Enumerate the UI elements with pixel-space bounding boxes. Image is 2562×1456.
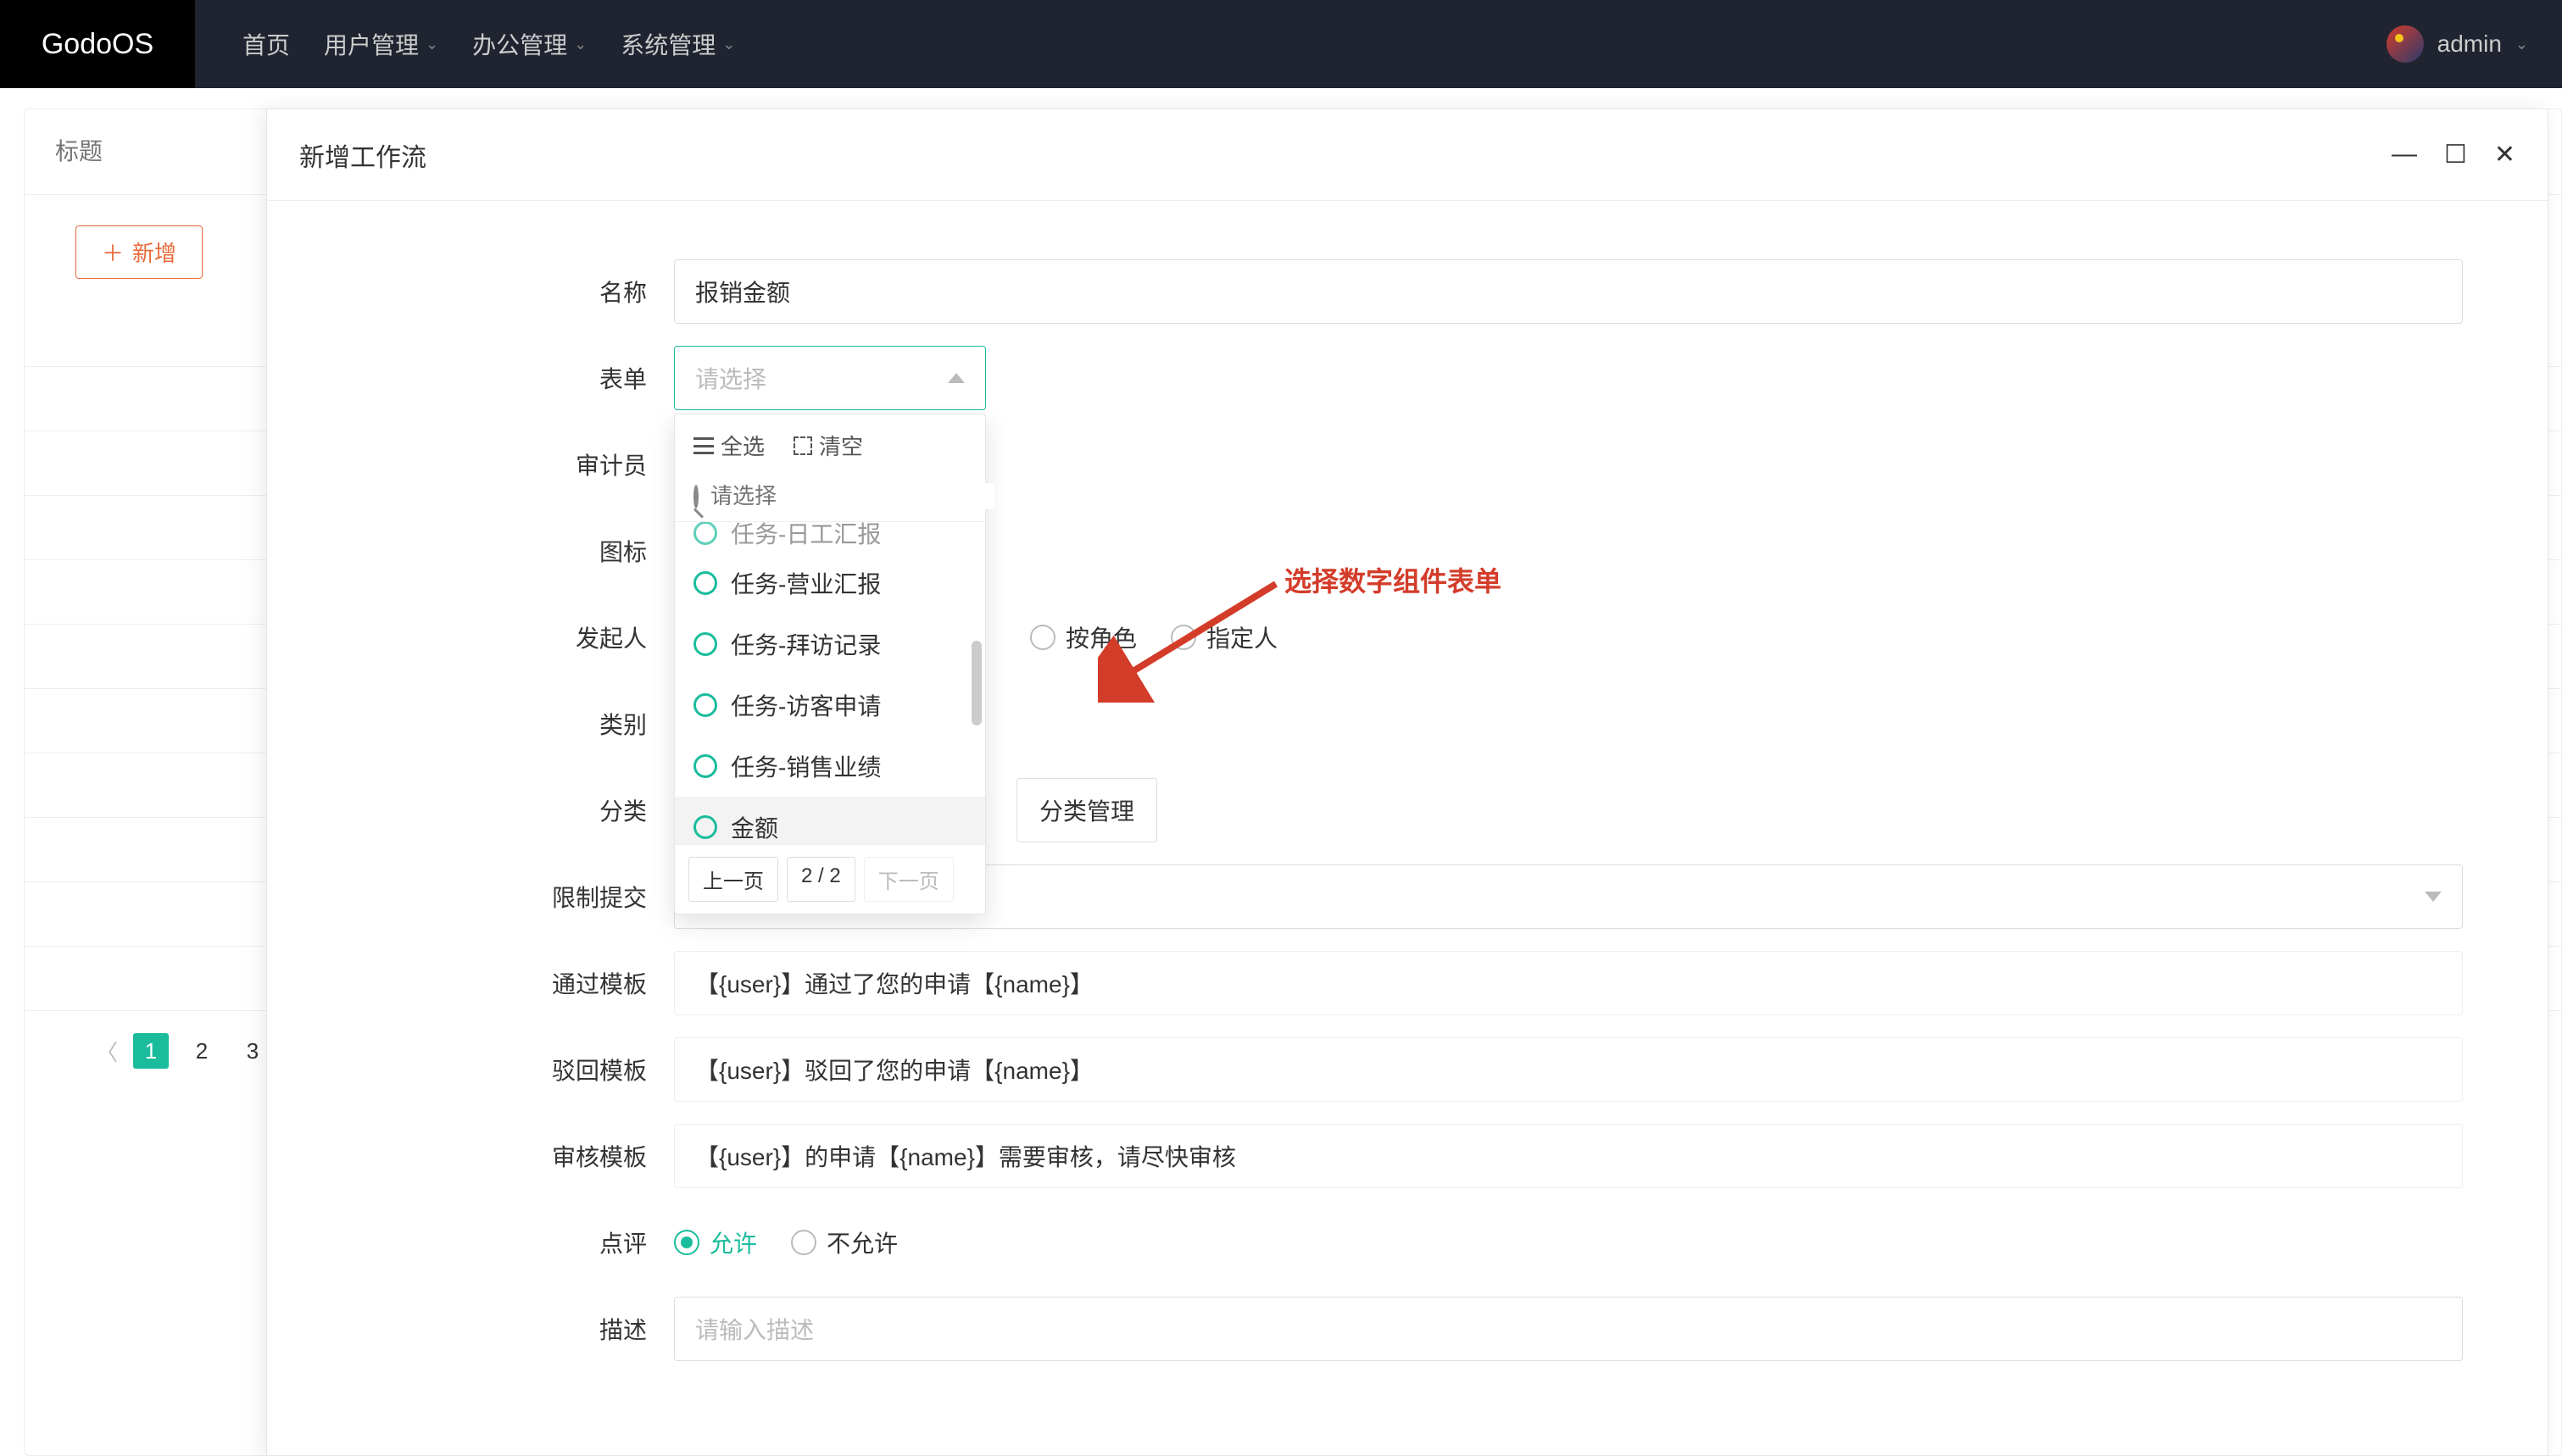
radio-icon	[693, 632, 717, 656]
nav-users[interactable]: 用户管理⌄	[324, 27, 438, 61]
chevron-down-icon: ⌄	[574, 36, 587, 53]
search-icon	[693, 485, 699, 508]
dropdown-page-info: 2 / 2	[787, 857, 855, 902]
form-select[interactable]: 请选择	[674, 346, 986, 410]
label-limit-submit: 限制提交	[267, 880, 674, 914]
chevron-down-icon: ⌄	[2515, 36, 2528, 53]
dropdown-item[interactable]: 任务-营业汇报	[675, 553, 985, 614]
nav-home[interactable]: 首页	[242, 27, 290, 61]
avatar	[2387, 25, 2424, 63]
label-auditor: 审计员	[267, 447, 674, 481]
classification-manage-button[interactable]: 分类管理	[1016, 778, 1157, 842]
modal-title: 新增工作流	[299, 136, 426, 174]
radio-icon	[693, 571, 717, 595]
dropdown-item[interactable]: 任务-日工汇报	[675, 522, 985, 553]
label-description: 描述	[267, 1312, 674, 1346]
page-prev[interactable]: 〈	[96, 1036, 118, 1067]
brand-logo: GodoOS	[0, 0, 195, 88]
label-form: 表单	[267, 361, 674, 395]
radio-icon	[693, 815, 717, 839]
initiator-by-person[interactable]: 指定人	[1171, 620, 1278, 654]
add-button[interactable]: ＋ 新增	[75, 225, 203, 279]
select-all-button[interactable]: 全选	[693, 430, 765, 461]
label-initiator: 发起人	[267, 620, 674, 654]
radio-icon	[693, 754, 717, 778]
dropdown-list: 任务-日工汇报 任务-营业汇报 任务-拜访记录 任务-访客申请 任务-销售业绩 …	[675, 522, 985, 844]
chevron-down-icon	[2425, 892, 2442, 902]
scrollbar[interactable]	[972, 641, 982, 725]
comment-disallow[interactable]: 不允许	[791, 1225, 898, 1259]
nav-system[interactable]: 系统管理⌄	[621, 27, 735, 61]
reject-template-input[interactable]: 【{user}】驳回了您的申请【{name}】	[674, 1037, 2463, 1102]
workflow-form: 名称 报销金额 表单 请选择 全选 清空	[267, 201, 2548, 1372]
minimize-icon[interactable]: —	[2392, 140, 2417, 169]
top-nav: GodoOS 首页 用户管理⌄ 办公管理⌄ 系统管理⌄ admin ⌄	[0, 0, 2562, 88]
review-template-input[interactable]: 【{user}】的申请【{name}】需要审核，请尽快审核	[674, 1124, 2463, 1188]
plus-icon: ＋	[102, 236, 124, 268]
dropdown-next-page[interactable]: 下一页	[864, 857, 954, 902]
label-classification: 分类	[267, 793, 674, 827]
comment-allow[interactable]: 允许	[674, 1225, 757, 1259]
pass-template-input[interactable]: 【{user}】通过了您的申请【{name}】	[674, 951, 2463, 1015]
dropdown-item-amount[interactable]: 金额	[675, 797, 985, 844]
dropdown-item[interactable]: 任务-销售业绩	[675, 736, 985, 797]
user-menu[interactable]: admin ⌄	[2387, 25, 2528, 63]
chevron-up-icon	[948, 373, 965, 383]
dropdown-item[interactable]: 任务-拜访记录	[675, 614, 985, 675]
label-comment: 点评	[267, 1225, 674, 1259]
label-pass-tpl: 通过模板	[267, 966, 674, 1000]
radio-icon	[693, 693, 717, 717]
dropdown-prev-page[interactable]: 上一页	[688, 857, 778, 902]
label-reject-tpl: 驳回模板	[267, 1053, 674, 1086]
username: admin	[2437, 31, 2502, 58]
nav-items: 首页 用户管理⌄ 办公管理⌄ 系统管理⌄	[242, 27, 735, 61]
expand-icon	[794, 436, 812, 455]
dropdown-pager: 上一页 2 / 2 下一页	[675, 844, 985, 914]
dropdown-item[interactable]: 任务-访客申请	[675, 675, 985, 736]
dropdown-search-input[interactable]	[710, 483, 994, 509]
dropdown-search	[675, 476, 985, 522]
page-2[interactable]: 2	[184, 1033, 220, 1069]
radio-icon	[693, 522, 717, 545]
form-select-dropdown: 全选 清空 任务-日工汇报 任务-营业汇报 任务-拜访记录 任务-访客申请 任务…	[674, 414, 986, 914]
close-icon[interactable]: ✕	[2494, 140, 2515, 169]
nav-office[interactable]: 办公管理⌄	[472, 27, 587, 61]
name-input[interactable]: 报销金额	[674, 259, 2463, 324]
clear-button[interactable]: 清空	[794, 430, 863, 461]
list-icon	[693, 437, 714, 454]
label-review-tpl: 审核模板	[267, 1139, 674, 1173]
search-input[interactable]	[55, 138, 276, 165]
maximize-icon[interactable]: ☐	[2444, 140, 2467, 169]
description-input[interactable]: 请输入描述	[674, 1297, 2463, 1361]
page-3[interactable]: 3	[235, 1033, 270, 1069]
modal-header: 新增工作流 — ☐ ✕	[267, 109, 2548, 201]
label-name: 名称	[267, 275, 674, 308]
label-icon: 图标	[267, 534, 674, 568]
modal-new-workflow: 新增工作流 — ☐ ✕ 名称 报销金额 表单 请选择	[266, 108, 2548, 1456]
label-category: 类别	[267, 707, 674, 741]
chevron-down-icon: ⌄	[426, 36, 438, 53]
chevron-down-icon: ⌄	[722, 36, 735, 53]
initiator-by-role[interactable]: 按角色	[1030, 620, 1137, 654]
page-1[interactable]: 1	[133, 1033, 169, 1069]
